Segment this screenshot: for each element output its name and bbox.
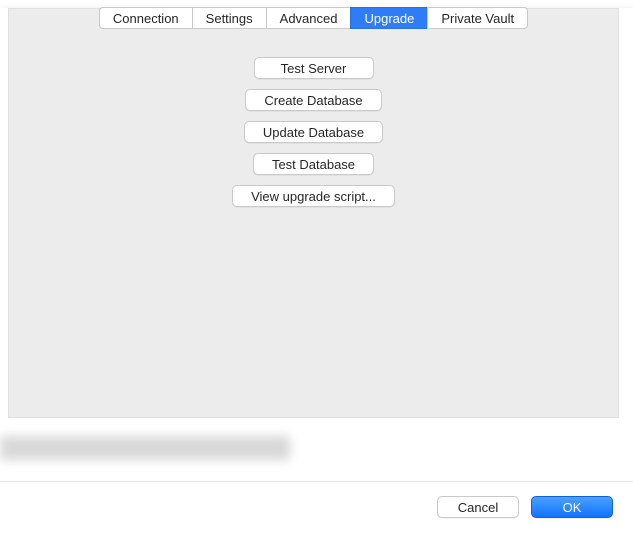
dialog-footer: Cancel OK (0, 481, 633, 518)
tab-advanced[interactable]: Advanced (266, 7, 351, 29)
redacted-blur (0, 436, 290, 460)
test-database-button[interactable]: Test Database (253, 153, 374, 175)
create-database-button[interactable]: Create Database (245, 89, 381, 111)
tab-upgrade[interactable]: Upgrade (350, 7, 427, 29)
cancel-button[interactable]: Cancel (437, 496, 519, 518)
ok-button[interactable]: OK (531, 496, 613, 518)
update-database-button[interactable]: Update Database (244, 121, 383, 143)
tab-bar: Connection Settings Advanced Upgrade Pri… (9, 7, 618, 29)
test-server-button[interactable]: Test Server (254, 57, 374, 79)
tab-private-vault[interactable]: Private Vault (427, 7, 528, 29)
redacted-region (0, 426, 619, 481)
tab-connection[interactable]: Connection (99, 7, 192, 29)
upgrade-actions: Test Server Create Database Update Datab… (9, 57, 618, 207)
dialog-window: Connection Settings Advanced Upgrade Pri… (0, 8, 633, 552)
tab-settings[interactable]: Settings (192, 7, 266, 29)
view-upgrade-script-button[interactable]: View upgrade script... (232, 185, 395, 207)
tab-panel: Connection Settings Advanced Upgrade Pri… (8, 8, 619, 418)
